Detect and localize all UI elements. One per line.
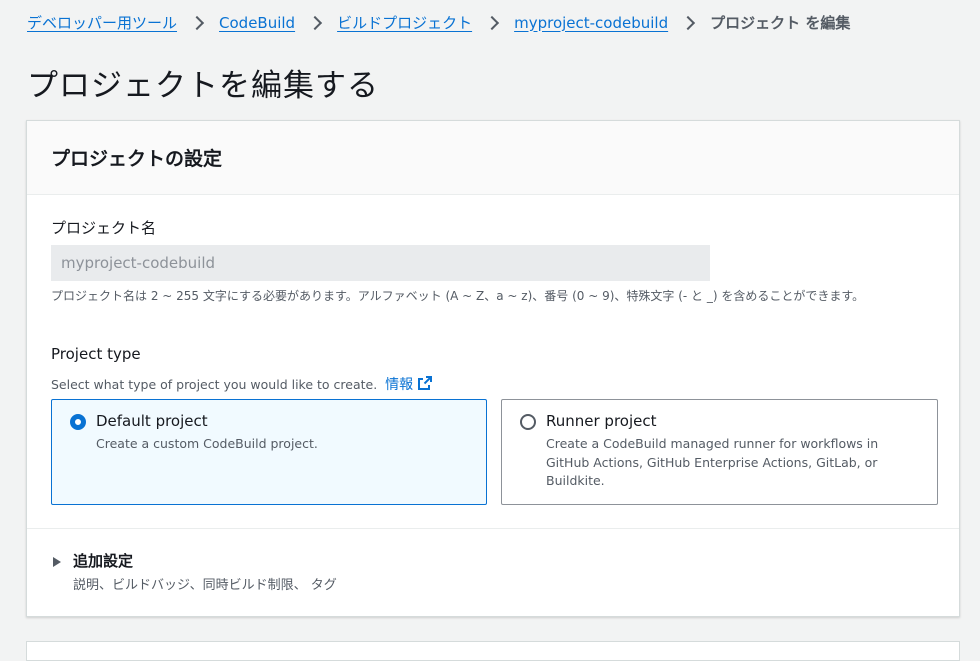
breadcrumb-project[interactable]: myproject-codebuild [514, 14, 668, 32]
chevron-right-icon [485, 15, 500, 30]
project-name-label: プロジェクト名 [51, 219, 157, 237]
page-title: プロジェクトを編集する [27, 68, 379, 104]
default-project-title: Default project [96, 412, 208, 430]
default-project-radio[interactable] [70, 414, 86, 430]
additional-settings-toggle[interactable]: 追加設定 [73, 550, 133, 571]
project-name-value: myproject-codebuild [61, 254, 216, 272]
runner-project-radio[interactable] [520, 414, 536, 430]
breadcrumb-current: プロジェクト を編集 [710, 14, 851, 32]
panel-header: プロジェクトの設定 [27, 121, 959, 195]
breadcrumb-build-projects[interactable]: ビルドプロジェクト [337, 12, 472, 33]
project-type-label: Project type [51, 345, 141, 363]
project-type-description: Select what type of project you would li… [51, 374, 433, 394]
runner-project-option[interactable]: Runner project Create a CodeBuild manage… [501, 399, 938, 505]
chevron-right-icon [189, 15, 205, 30]
project-name-hint: プロジェクト名は 2 ~ 255 文字にする必要があります。アルファベット (A… [51, 289, 865, 303]
breadcrumb-codebuild[interactable]: CodeBuild [219, 14, 295, 32]
default-project-desc: Create a custom CodeBuild project. [96, 436, 318, 451]
caret-right-icon[interactable] [53, 557, 61, 567]
project-type-desc-text: Select what type of project you would li… [51, 377, 378, 392]
info-link[interactable]: 情報 [385, 377, 413, 393]
chevron-right-icon [681, 15, 696, 30]
breadcrumb-developer-tools[interactable]: デベロッパー用ツール [27, 12, 177, 33]
next-panel [26, 641, 960, 661]
runner-project-desc: Create a CodeBuild managed runner for wo… [546, 436, 879, 488]
chevron-right-icon [308, 15, 323, 30]
project-settings-panel: プロジェクトの設定 プロジェクト名 myproject-codebuild プロ… [26, 120, 960, 617]
section-divider [27, 528, 959, 529]
default-project-option[interactable]: Default project Create a custom CodeBuil… [51, 399, 487, 505]
runner-project-title: Runner project [546, 412, 657, 430]
project-name-input[interactable]: myproject-codebuild [51, 245, 710, 281]
additional-settings-desc: 説明、ビルドバッジ、同時ビルド制限、 タグ [73, 578, 337, 593]
panel-title: プロジェクトの設定 [51, 148, 223, 170]
external-link-icon[interactable] [417, 375, 433, 391]
breadcrumb: デベロッパー用ツール CodeBuild ビルドプロジェクト myproject… [27, 12, 850, 33]
